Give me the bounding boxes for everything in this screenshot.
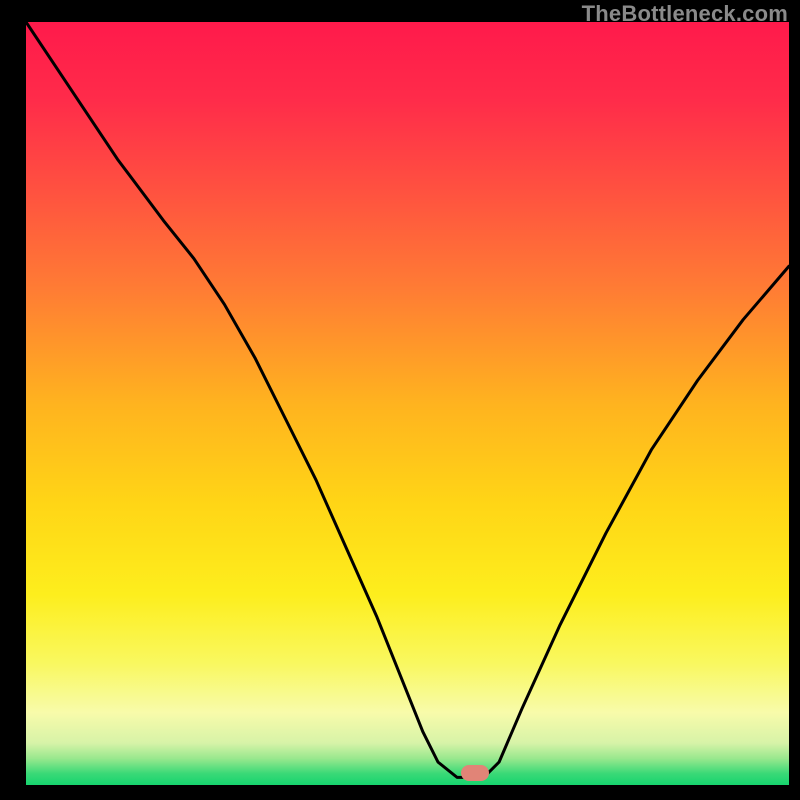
plot-area xyxy=(26,22,789,785)
chart-frame xyxy=(11,22,789,800)
optimal-point-marker xyxy=(461,765,489,781)
bottleneck-curve xyxy=(26,22,789,785)
